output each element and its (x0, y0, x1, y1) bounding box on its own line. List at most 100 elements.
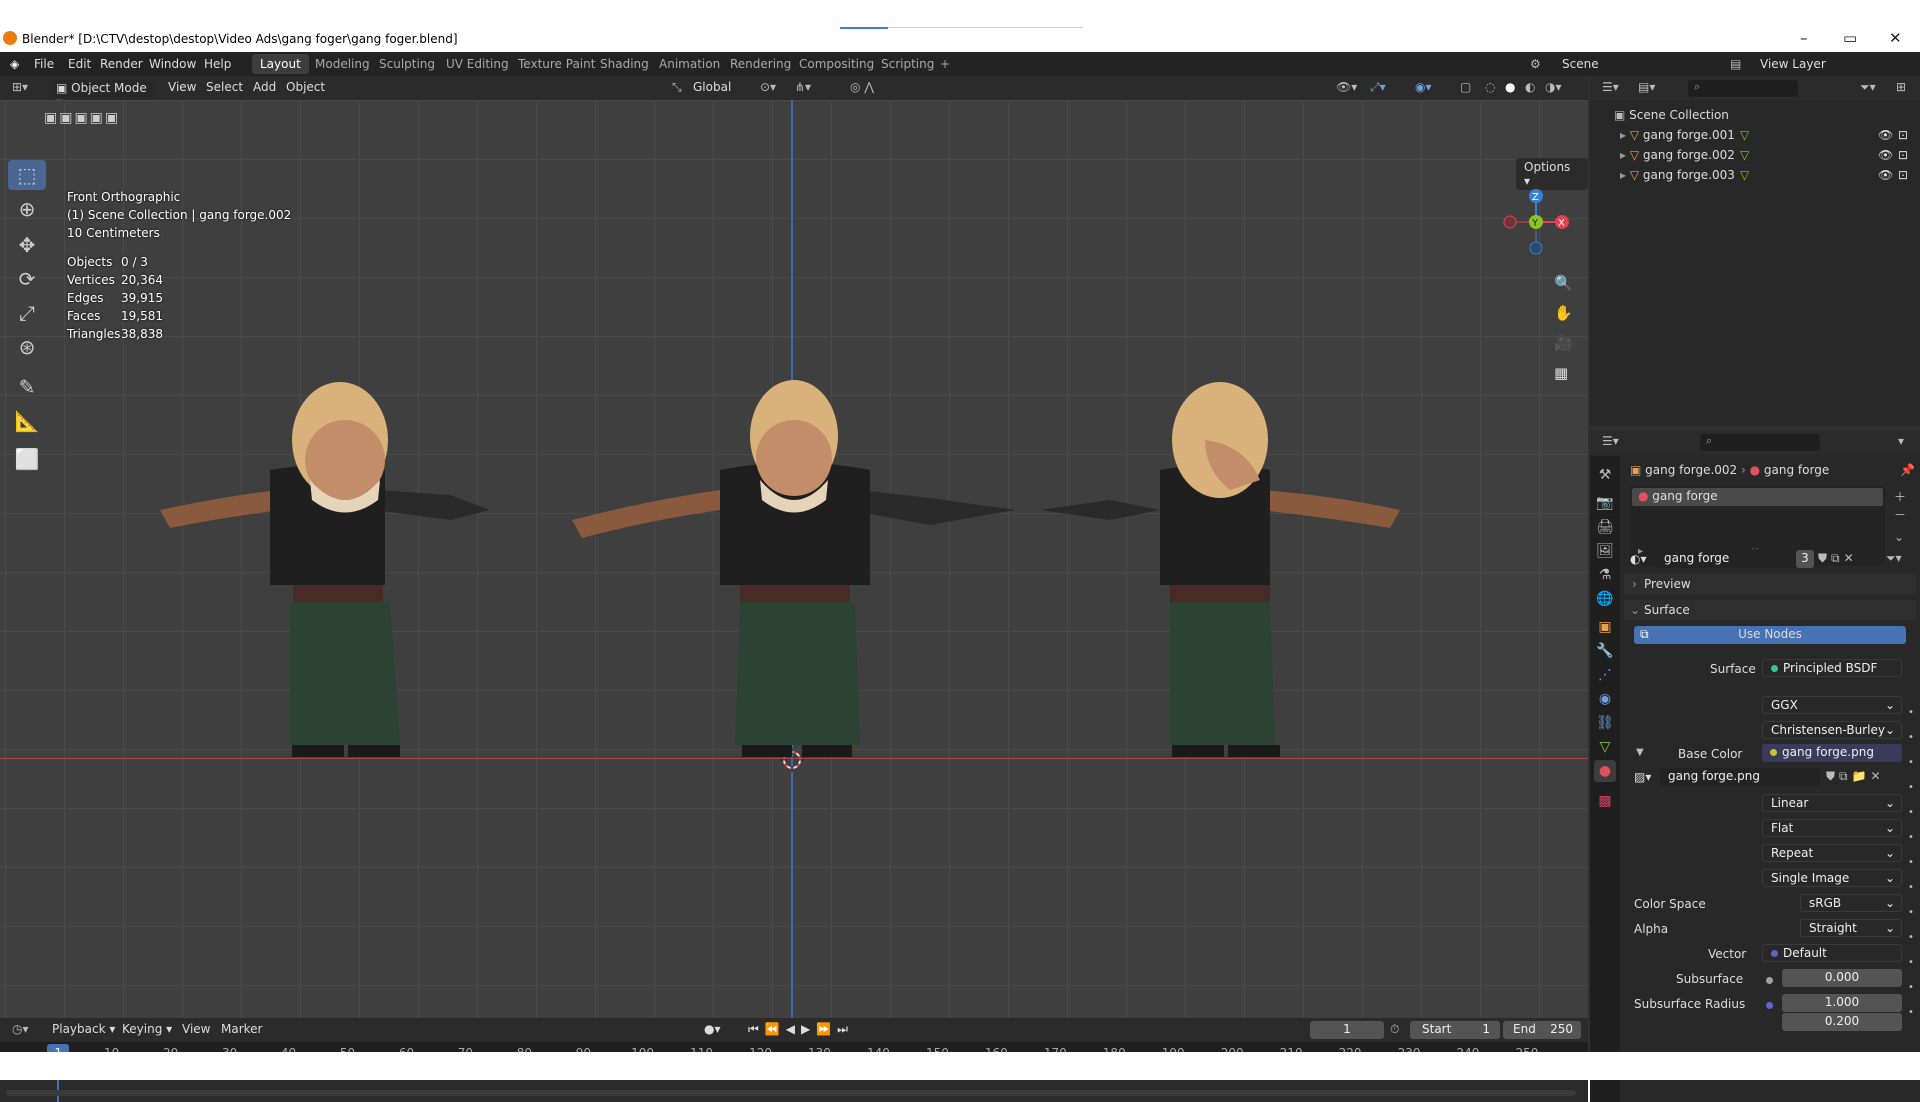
gizmo-neg-x-handle[interactable] (1503, 215, 1517, 229)
blender-menu-icon[interactable]: ◈ (10, 57, 19, 71)
rotate-tool-icon[interactable]: ⟳ (8, 264, 46, 294)
material-browse-button[interactable]: ◐▾ (1630, 552, 1647, 566)
slot-specials-button[interactable]: ⌄ (1894, 530, 1904, 544)
editor-type-icon[interactable]: ⊞▾ (12, 80, 28, 97)
viewport-menu-add[interactable]: Add (253, 80, 276, 97)
timeline-menu-keying[interactable]: Keying ▾ (122, 1022, 172, 1039)
projection-dropdown[interactable]: Flat ⌄ (1762, 819, 1902, 837)
view-layer-tab-icon[interactable]: 🖼 (1594, 540, 1616, 562)
tab-layout[interactable]: Layout (252, 54, 309, 74)
mesh-data-icon[interactable]: ▽ (1740, 148, 1749, 162)
viewport-menu-select[interactable]: Select (206, 80, 243, 97)
end-frame-field[interactable]: End 250 (1503, 1021, 1581, 1039)
preview-panel-header[interactable]: › Preview (1624, 574, 1916, 594)
data-tab-icon[interactable]: ▽ (1594, 736, 1616, 758)
properties-search-input[interactable]: ⌕ (1700, 434, 1820, 451)
material-datablock-buttons[interactable]: ⛊⧉✕ (1818, 551, 1858, 566)
subsurface-method-dropdown[interactable]: Christensen-Burley ⌄ (1762, 721, 1902, 739)
viewport-menu-view[interactable]: View (168, 80, 196, 97)
vector-field[interactable]: Default (1762, 944, 1902, 962)
subsurface-value-field[interactable]: 0.000 (1782, 969, 1902, 987)
menu-render[interactable]: Render (100, 57, 143, 71)
cursor-tool-icon[interactable]: ⊕ (8, 194, 46, 224)
proportional-edit-icon[interactable]: ◎ ⋀ (850, 80, 874, 97)
display-mode-icon[interactable]: ▤▾ (1638, 80, 1655, 97)
new-collection-icon[interactable]: ⊞ (1896, 80, 1906, 97)
tab-texture-paint[interactable]: Texture Paint (518, 57, 595, 71)
character-model-center[interactable] (570, 370, 1020, 770)
snap-icon[interactable]: ⋔▾ (795, 80, 811, 97)
visibility-icon[interactable]: 👁▾ (1336, 80, 1357, 97)
move-tool-icon[interactable]: ✥ (8, 230, 46, 260)
transform-tool-icon[interactable]: ⊛ (8, 332, 46, 362)
texture-tab-icon[interactable]: ▩ (1594, 790, 1616, 812)
add-slot-button[interactable]: ＋ (1894, 488, 1906, 505)
camera-view-icon[interactable]: 🎥 (1554, 334, 1573, 352)
shading-solid-icon[interactable]: ● (1505, 80, 1515, 97)
menu-window[interactable]: Window (149, 57, 196, 71)
extension-dropdown[interactable]: Repeat ⌄ (1762, 844, 1902, 862)
object-tab-icon[interactable]: ▣ (1594, 616, 1616, 638)
character-model-left[interactable] (150, 370, 530, 770)
scene-name-field[interactable]: Scene (1562, 57, 1599, 71)
camera-render-icon[interactable]: ⊡ (1898, 128, 1908, 142)
record-icon[interactable]: ●▾ (704, 1022, 721, 1039)
properties-editor-type-icon[interactable]: ☰▾ (1602, 434, 1619, 451)
orientation-dropdown[interactable]: Global (693, 80, 731, 97)
world-tab-icon[interactable]: 🌐 (1594, 588, 1616, 610)
character-model-right[interactable] (1030, 370, 1410, 770)
timeline-menu-playback[interactable]: Playback ▾ (52, 1022, 115, 1039)
subsurface-radius-y-field[interactable]: 0.200 (1782, 1013, 1902, 1031)
eye-icon[interactable]: 👁 (1878, 148, 1893, 162)
camera-render-icon[interactable]: ⊡ (1898, 168, 1908, 182)
camera-render-icon[interactable]: ⊡ (1898, 148, 1908, 162)
outliner-item[interactable]: ▸ ▽ gang forge.002 ▽ 👁 ⊡ (1620, 148, 1916, 162)
surface-shader-field[interactable]: Principled BSDF (1762, 659, 1902, 677)
shading-wireframe-icon[interactable]: ◌ (1485, 80, 1495, 97)
image-datablock-buttons[interactable]: ⛊⧉📁✕ (1826, 769, 1885, 784)
tool-tab-icon[interactable]: ⚒ (1594, 464, 1616, 486)
outliner-search-input[interactable]: ⌕ (1688, 80, 1798, 97)
subsurface-radius-x-field[interactable]: 1.000 (1782, 994, 1902, 1012)
outliner-item[interactable]: ▸ ▽ gang forge.001 ▽ 👁 ⊡ (1620, 128, 1916, 142)
subsurface-radius-socket-icon[interactable] (1766, 998, 1778, 1012)
timeline-menu-view[interactable]: View (182, 1022, 210, 1039)
tab-animation[interactable]: Animation (659, 57, 720, 71)
color-space-dropdown[interactable]: sRGB ⌄ (1800, 894, 1902, 912)
scene-tab-icon[interactable]: ⚗ (1594, 564, 1616, 586)
scale-tool-icon[interactable]: ⤢ (8, 298, 46, 328)
source-dropdown[interactable]: Single Image ⌄ (1762, 869, 1902, 887)
xray-icon[interactable]: ▢ (1460, 80, 1471, 97)
material-slot-item[interactable]: ● gang forge (1632, 488, 1883, 506)
mesh-data-icon[interactable]: ▽ (1740, 128, 1749, 142)
properties-options-icon[interactable]: ▾ (1898, 434, 1904, 451)
render-tab-icon[interactable]: 📷 (1594, 492, 1616, 514)
outliner-item[interactable]: ▸ ▽ gang forge.003 ▽ 👁 ⊡ (1620, 168, 1916, 182)
scene-collection-row[interactable]: ▣ Scene Collection (1614, 108, 1729, 122)
timeline-menu-marker[interactable]: Marker (221, 1022, 262, 1039)
timeline-scrollbar[interactable] (6, 1090, 1576, 1096)
output-tab-icon[interactable]: 🖨 (1594, 516, 1616, 538)
tab-sculpting[interactable]: Sculpting (379, 57, 435, 71)
collapse-icon[interactable]: ▼ (1636, 747, 1644, 758)
use-nodes-button[interactable]: ⧉ Use Nodes (1634, 626, 1906, 644)
physics-tab-icon[interactable]: ◉ (1594, 688, 1616, 710)
constraints-tab-icon[interactable]: ⛓ (1594, 712, 1616, 734)
base-color-field[interactable]: gang forge.png (1762, 744, 1902, 762)
material-tab-icon[interactable]: ● (1594, 760, 1616, 782)
menu-help[interactable]: Help (204, 57, 231, 71)
3d-viewport[interactable]: ▣▣▣▣▣ Front Orthographic (1) Scene Colle… (0, 100, 1588, 1018)
measure-tool-icon[interactable]: 📐 (8, 406, 46, 436)
overlay-toggle-icon[interactable]: ◉▾ (1415, 80, 1432, 97)
ortho-toggle-icon[interactable]: ▦ (1554, 364, 1568, 382)
distribution-dropdown[interactable]: GGX ⌄ (1762, 696, 1902, 714)
preview-range-icon[interactable]: ⏱ (1390, 1022, 1399, 1039)
tab-modeling[interactable]: Modeling (315, 57, 370, 71)
zoom-icon[interactable]: 🔍 (1554, 274, 1573, 292)
shading-rendered-icon[interactable]: ◑▾ (1545, 80, 1562, 97)
alpha-dropdown[interactable]: Straight ⌄ (1800, 919, 1902, 937)
particles-tab-icon[interactable]: ⋰ (1594, 664, 1616, 686)
tab-scripting[interactable]: Scripting (881, 57, 934, 71)
material-link-icon[interactable]: ⏷▾ (1886, 551, 1902, 566)
add-cube-tool-icon[interactable]: ⬜ (8, 444, 46, 474)
